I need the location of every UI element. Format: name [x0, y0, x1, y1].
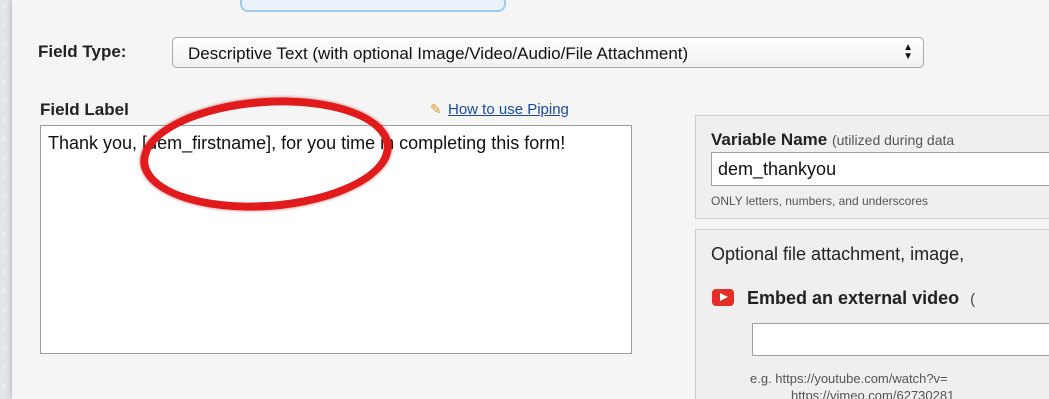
variable-name-note: (utilized during data: [831, 132, 955, 148]
variable-name-box: Variable Name (utilized during data dem_…: [695, 115, 1049, 219]
edit-field-panel: Field Type: Descriptive Text (with optio…: [12, 0, 1049, 399]
embed-video-url-input[interactable]: [752, 323, 1049, 356]
embed-example-vimeo: https://vimeo.com/62730281: [791, 388, 955, 399]
embed-video-label: Embed an external video: [747, 288, 960, 308]
field-type-selected-value: Descriptive Text (with optional Image/Vi…: [188, 44, 689, 63]
variable-name-label: Variable Name: [711, 130, 828, 149]
field-type-select[interactable]: Descriptive Text (with optional Image/Vi…: [172, 37, 924, 68]
field-label-title: Field Label: [40, 100, 129, 119]
embed-example-youtube: e.g. https://youtube.com/watch?v=: [750, 371, 948, 386]
attachment-box: Optional file attachment, image, Embed a…: [695, 229, 1049, 399]
variable-name-hint: ONLY letters, numbers, and underscores: [711, 194, 928, 208]
attachment-title: Optional file attachment, image,: [711, 244, 965, 264]
variable-name-input[interactable]: dem_thankyou: [711, 152, 1049, 186]
piping-link-text: How to use Piping: [448, 101, 569, 118]
top-tab[interactable]: [240, 0, 506, 12]
embed-video-row: Embed an external video (: [712, 288, 975, 309]
variable-name-title: Variable Name (utilized during data: [711, 130, 954, 150]
field-label-textarea[interactable]: Thank you, [dem_firstname], for you time…: [40, 125, 632, 354]
updown-arrows-icon: ▲ ▼: [903, 42, 913, 62]
pencil-icon: ✎: [430, 101, 442, 117]
field-type-label: Field Type:: [38, 42, 127, 61]
youtube-play-icon: [712, 289, 734, 306]
embed-video-paren: (: [970, 291, 976, 308]
how-to-use-piping-link[interactable]: ✎ How to use Piping: [430, 101, 569, 118]
